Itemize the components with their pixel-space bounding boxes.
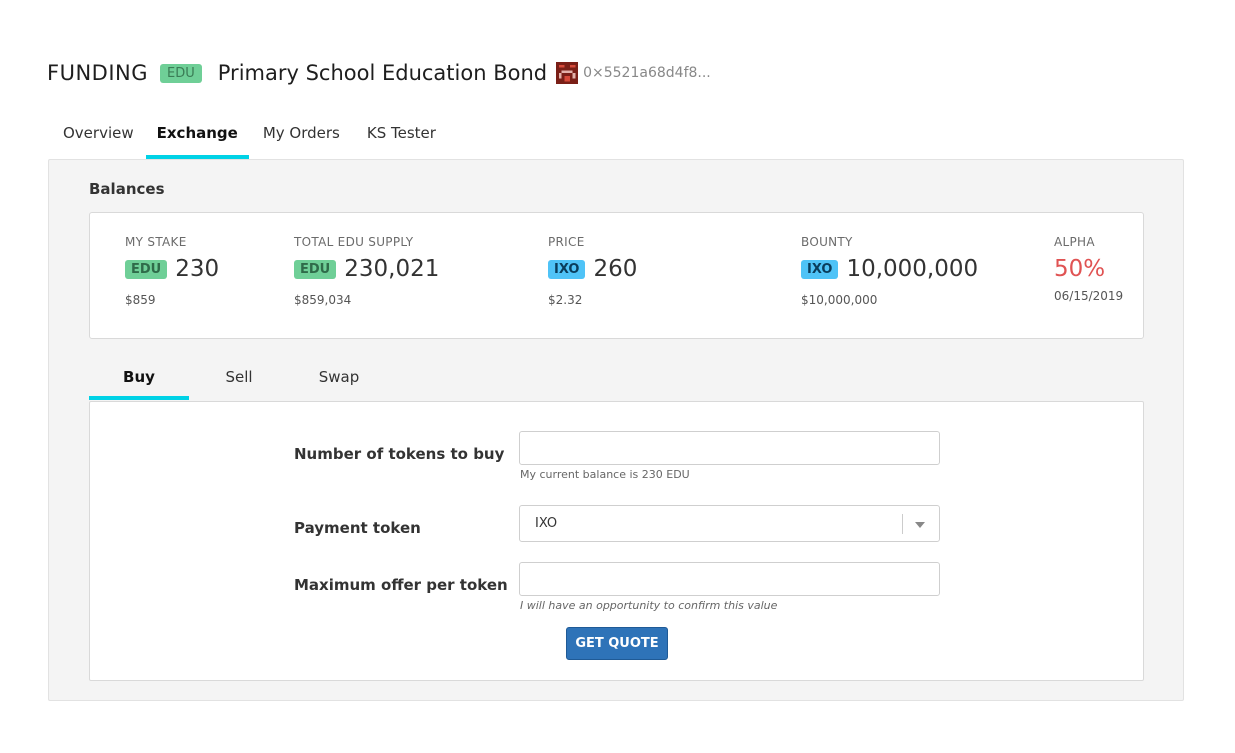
stat-total-supply: TOTAL EDU SUPPLY EDU 230,021 $859,034 [294, 235, 439, 307]
tab-buy[interactable]: Buy [89, 360, 189, 400]
tab-exchange[interactable]: Exchange [145, 117, 250, 159]
tab-swap[interactable]: Swap [289, 360, 389, 400]
tokens-help-text: My current balance is 230 EDU [520, 468, 690, 481]
payment-token-label: Payment token [294, 519, 421, 537]
select-divider [902, 514, 903, 534]
stat-label: PRICE [548, 235, 585, 249]
stat-value: 50% [1054, 256, 1106, 282]
stat-my-stake: MY STAKE EDU 230 $859 [125, 235, 219, 307]
tokens-input[interactable] [519, 431, 940, 465]
tab-sell[interactable]: Sell [189, 360, 289, 400]
payment-token-select[interactable]: IXO [519, 505, 940, 542]
tab-ks-tester[interactable]: KS Tester [352, 117, 448, 159]
stat-usd: $859 [125, 293, 156, 307]
stat-label: ALPHA [1054, 235, 1095, 249]
stat-value: 230 [175, 256, 220, 282]
max-offer-label: Maximum offer per token [294, 576, 508, 594]
token-badge: EDU [294, 259, 337, 279]
token-badge: EDU [160, 63, 202, 83]
stat-price: PRICE IXO 260 $2.32 [548, 235, 637, 307]
stat-usd: $10,000,000 [801, 293, 878, 307]
tokens-label: Number of tokens to buy [294, 445, 505, 463]
stat-value: 260 [593, 256, 638, 282]
stat-value: 10,000,000 [846, 256, 979, 282]
max-offer-help-text: I will have an opportunity to confirm th… [520, 599, 778, 612]
buy-form: Number of tokens to buy My current balan… [89, 401, 1144, 681]
token-badge: IXO [801, 259, 839, 279]
exchange-panel: Balances MY STAKE EDU 230 $859 TOTAL EDU… [48, 159, 1184, 701]
stat-value: 230,021 [344, 256, 440, 282]
main-tabs: Overview Exchange My Orders KS Tester [47, 117, 448, 159]
tab-overview[interactable]: Overview [47, 117, 146, 159]
stat-usd: $2.32 [548, 293, 583, 307]
trade-tabs: Buy Sell Swap [89, 360, 389, 400]
stat-usd: $859,034 [294, 293, 352, 307]
page-title: Primary School Education Bond [217, 61, 548, 85]
category-label: FUNDING [47, 61, 149, 85]
stat-alpha: ALPHA 50% 06/15/2019 [1054, 235, 1123, 303]
get-quote-button[interactable]: GET QUOTE [566, 627, 668, 660]
token-badge: IXO [548, 259, 586, 279]
stat-label: TOTAL EDU SUPPLY [294, 235, 414, 249]
pixel-avatar-icon [556, 62, 579, 84]
stat-bounty: BOUNTY IXO 10,000,000 $10,000,000 [801, 235, 978, 307]
stat-label: MY STAKE [125, 235, 187, 249]
stat-label: BOUNTY [801, 235, 853, 249]
max-offer-input[interactable] [519, 562, 940, 596]
chevron-down-icon[interactable] [915, 522, 925, 528]
tab-my-orders[interactable]: My Orders [249, 117, 352, 159]
bond-header: FUNDING EDU Primary School Education Bon… [47, 58, 711, 88]
balances-heading: Balances [89, 180, 165, 198]
balances-card: MY STAKE EDU 230 $859 TOTAL EDU SUPPLY E… [89, 212, 1144, 339]
token-badge: EDU [125, 259, 168, 279]
stat-date: 06/15/2019 [1054, 289, 1124, 303]
contract-address[interactable]: 0×5521a68d4f8... [583, 65, 711, 81]
payment-token-value: IXO [535, 516, 558, 531]
